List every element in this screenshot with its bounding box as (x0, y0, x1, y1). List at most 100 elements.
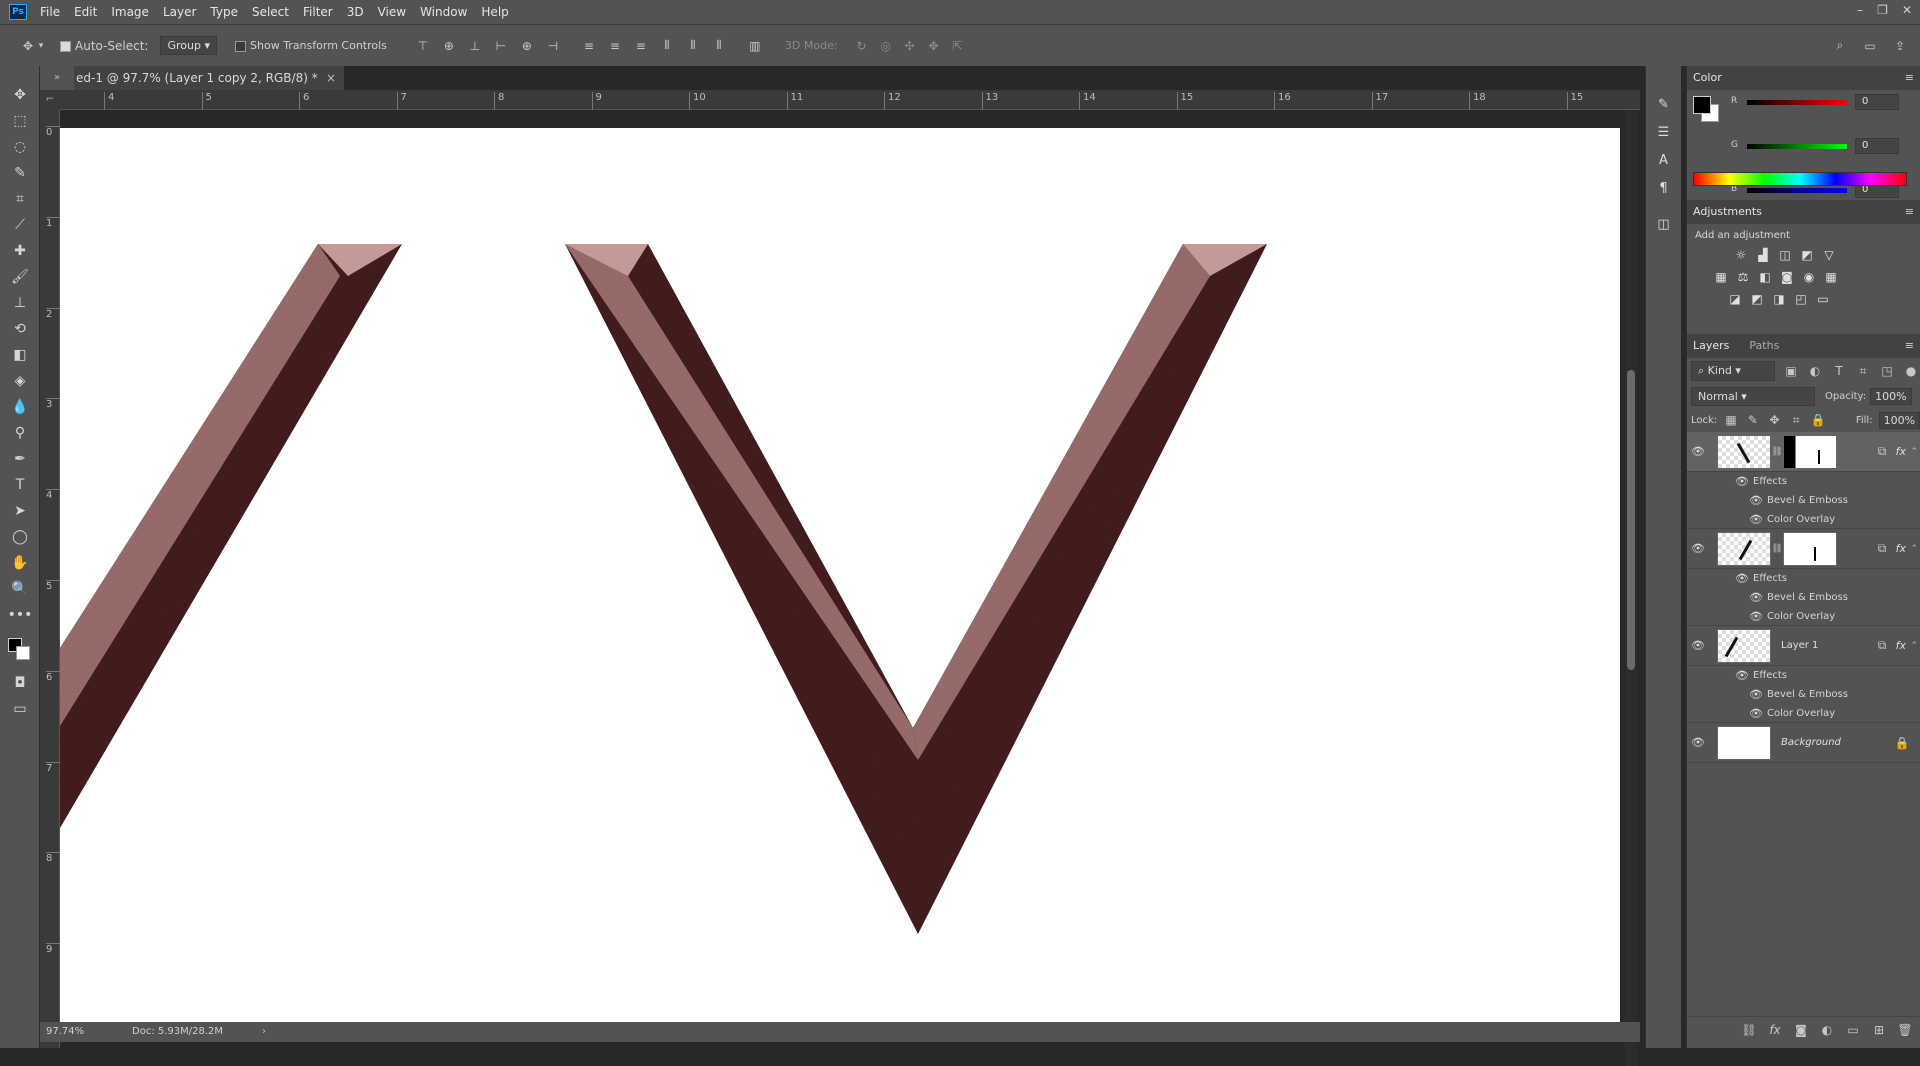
history-brush-tool-icon[interactable]: ⟲ (0, 316, 40, 342)
blur-tool-icon[interactable]: 💧 (0, 394, 40, 420)
align-bottom-icon[interactable]: ⊥ (467, 38, 483, 54)
layer-expand-icon[interactable]: ⌃ (1910, 544, 1918, 554)
layer-expand-icon[interactable]: ⌃ (1910, 447, 1918, 457)
document-tab[interactable]: ed-1 @ 97.7% (Layer 1 copy 2, RGB/8) * × (74, 66, 344, 90)
auto-select-checkbox[interactable] (60, 39, 75, 52)
layer-thumbnail[interactable] (1717, 531, 1771, 566)
layer-mask-thumbnail[interactable] (1783, 434, 1837, 469)
lock-artboard-icon[interactable]: ⌗ (1788, 412, 1804, 428)
layer-link-icon[interactable]: ⧉ (1874, 541, 1890, 557)
effect-eye-icon[interactable]: 👁 (1745, 707, 1767, 720)
filter-smart-object-icon[interactable]: ◳ (1879, 363, 1895, 379)
filter-toggle-icon[interactable]: ● (1903, 363, 1919, 379)
eraser-tool-icon[interactable]: ◧ (0, 342, 40, 368)
3d-slide-icon[interactable]: ✥ (926, 38, 942, 54)
layer-thumbnail[interactable] (1717, 628, 1771, 663)
auto-align-icon[interactable]: ▥ (747, 38, 763, 54)
add-mask-icon[interactable]: ◙ (1793, 1022, 1809, 1038)
dodge-tool-icon[interactable]: ⚲ (0, 420, 40, 446)
crop-tool-icon[interactable]: ⌗ (0, 186, 40, 212)
layer-lock-icon[interactable]: 🔒 (1894, 735, 1910, 751)
quick-mask-icon[interactable]: ◘ (0, 670, 40, 696)
layer-thumbnail[interactable] (1717, 725, 1771, 760)
minimize-button[interactable]: – (1857, 0, 1863, 20)
new-layer-icon[interactable]: ⊞ (1871, 1022, 1887, 1038)
brush-settings-icon[interactable]: ✎ (1646, 90, 1681, 118)
ruler-origin-icon[interactable]: ⌐ (40, 90, 60, 110)
align-hcenter-icon[interactable]: ⊕ (519, 38, 535, 54)
paths-tab[interactable]: Paths (1749, 334, 1779, 358)
add-style-icon[interactable]: fx (1767, 1022, 1783, 1038)
zoom-level[interactable]: 97.74% (46, 1022, 84, 1042)
more-tools-icon[interactable]: ••• (0, 602, 40, 628)
canvas[interactable] (60, 128, 1620, 1022)
layer-fx-icon[interactable]: fx (1896, 639, 1906, 652)
3d-drag-icon[interactable]: ✣ (902, 38, 918, 54)
menu-help[interactable]: Help (474, 0, 515, 24)
layer-row-background[interactable]: 👁 Background 🔒 (1687, 723, 1920, 763)
fill-input[interactable]: 100% (1878, 411, 1920, 429)
color-slider-g[interactable]: G 0 (1687, 136, 1920, 158)
lasso-tool-icon[interactable]: ◌ (0, 134, 40, 160)
effect-eye-icon[interactable]: 👁 (1745, 494, 1767, 507)
status-menu-arrow-icon[interactable]: › (262, 1022, 266, 1042)
workspace-icon[interactable]: ▭ (1862, 38, 1878, 54)
quick-select-tool-icon[interactable]: ✎ (0, 160, 40, 186)
color-balance-icon[interactable]: ⚖ (1735, 269, 1751, 285)
effect-label[interactable]: Color Overlay (1767, 514, 1835, 525)
move-tool-icon[interactable]: ✥ (0, 82, 40, 108)
effect-eye-icon[interactable]: 👁 (1745, 591, 1767, 604)
invert-icon[interactable]: ◪ (1727, 291, 1743, 307)
color-g-value[interactable]: 0 (1855, 138, 1899, 154)
posterize-icon[interactable]: ◩ (1749, 291, 1765, 307)
menu-filter[interactable]: Filter (296, 0, 340, 24)
layer-expand-icon[interactable]: ⌃ (1910, 641, 1918, 651)
menu-edit[interactable]: Edit (67, 0, 104, 24)
effects-label[interactable]: Effects (1753, 670, 1787, 681)
curves-icon[interactable]: ◫ (1777, 247, 1793, 263)
layer-thumbnail[interactable] (1717, 434, 1771, 469)
panel-collapse-icon[interactable]: » (40, 66, 74, 90)
hand-tool-icon[interactable]: ✋ (0, 550, 40, 576)
lock-image-icon[interactable]: ✎ (1745, 412, 1761, 428)
3d-roll-icon[interactable]: ◎ (878, 38, 894, 54)
effects-eye-icon[interactable]: 👁 (1731, 669, 1753, 682)
distribute-right-icon[interactable]: ⦀ (711, 38, 727, 54)
effects-eye-icon[interactable]: 👁 (1731, 572, 1753, 585)
vibrance-icon[interactable]: ▽ (1821, 247, 1837, 263)
distribute-left-icon[interactable]: ⦀ (659, 38, 675, 54)
background-swatch[interactable] (16, 646, 30, 660)
color-swatches[interactable] (0, 628, 39, 670)
close-window-button[interactable]: ✕ (1902, 0, 1912, 20)
lock-all-icon[interactable]: 🔒 (1810, 412, 1826, 428)
black-white-icon[interactable]: ◧ (1757, 269, 1773, 285)
delete-layer-icon[interactable]: 🗑 (1897, 1022, 1913, 1038)
close-tab-button[interactable]: × (326, 66, 336, 90)
effect-label[interactable]: Color Overlay (1767, 611, 1835, 622)
layer-row-3[interactable]: 👁 Layer 1 ⧉ fx ⌃ (1687, 626, 1920, 666)
eyedropper-tool-icon[interactable]: ⟋ (0, 212, 40, 238)
exposure-icon[interactable]: ◩ (1799, 247, 1815, 263)
effect-label[interactable]: Color Overlay (1767, 708, 1835, 719)
color-r-track[interactable] (1747, 100, 1847, 105)
effect-label[interactable]: Bevel & Emboss (1767, 689, 1848, 700)
effects-label[interactable]: Effects (1753, 476, 1787, 487)
filter-adjustment-icon[interactable]: ◐ (1807, 363, 1823, 379)
layer-fx-icon[interactable]: fx (1896, 445, 1906, 458)
opacity-input[interactable]: 100% (1870, 387, 1912, 405)
link-layers-icon[interactable]: ⛓ (1741, 1022, 1757, 1038)
selective-color-icon[interactable]: ◰ (1793, 291, 1809, 307)
layer-name[interactable]: Background (1781, 737, 1841, 748)
screen-mode-icon[interactable]: ▭ (0, 696, 40, 722)
align-right-icon[interactable]: ⊣ (545, 38, 561, 54)
layer-row-2[interactable]: 👁 ⛓ ⧉ fx ⌃ (1687, 529, 1920, 569)
distribute-bottom-icon[interactable]: ≡ (633, 38, 649, 54)
distribute-top-icon[interactable]: ≡ (581, 38, 597, 54)
marquee-tool-icon[interactable]: ⬚ (0, 108, 40, 134)
filter-pixel-icon[interactable]: ▣ (1783, 363, 1799, 379)
layer-link-icon[interactable]: ⧉ (1874, 638, 1890, 654)
blend-mode-dropdown[interactable]: Normal ▾ (1691, 386, 1815, 406)
show-transform-checkbox[interactable] (235, 39, 250, 52)
align-vcenter-icon[interactable]: ⊕ (441, 38, 457, 54)
new-group-icon[interactable]: ▭ (1845, 1022, 1861, 1038)
